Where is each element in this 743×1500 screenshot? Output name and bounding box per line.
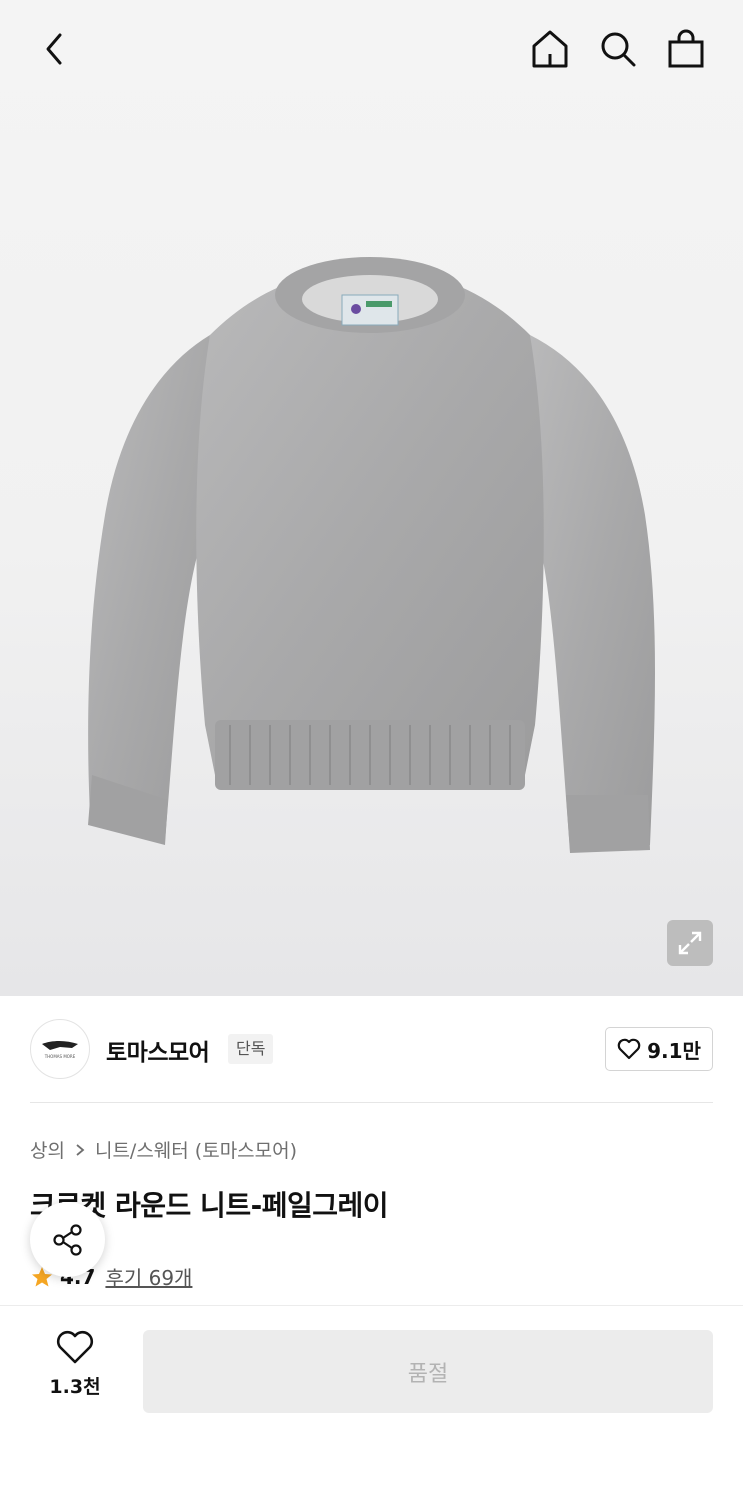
share-button[interactable] bbox=[30, 1202, 105, 1277]
heart-icon bbox=[56, 1330, 94, 1364]
expand-icon bbox=[678, 931, 702, 955]
search-button[interactable] bbox=[594, 25, 642, 73]
section-divider bbox=[30, 1102, 713, 1103]
exclusive-badge: 단독 bbox=[228, 1034, 274, 1064]
bottom-bar-divider bbox=[0, 1305, 743, 1306]
sweater-image bbox=[88, 257, 655, 853]
breadcrumb-subcategory[interactable]: 니트/스웨터 (토마스모어) bbox=[95, 1136, 297, 1163]
product-image-area bbox=[0, 0, 743, 996]
home-button[interactable] bbox=[526, 25, 574, 73]
heart-icon bbox=[617, 1038, 641, 1060]
cart-button[interactable] bbox=[662, 25, 710, 73]
brand-like-count: 9.1만 bbox=[647, 1038, 701, 1063]
breadcrumb: 상의 니트/스웨터 (토마스모어) bbox=[30, 1136, 297, 1163]
brand-logo[interactable]: THOMAS MORE bbox=[30, 1019, 90, 1079]
wishlist-count: 1.3천 bbox=[49, 1376, 101, 1398]
brand-logo-icon: THOMAS MORE bbox=[42, 1041, 78, 1059]
expand-image-button[interactable] bbox=[667, 920, 713, 966]
brand-row: THOMAS MORE 토마스모어 단독 9.1만 bbox=[30, 1019, 713, 1079]
brand-like-button[interactable]: 9.1만 bbox=[605, 1027, 713, 1071]
back-icon bbox=[46, 33, 62, 65]
back-button[interactable] bbox=[30, 25, 78, 73]
brand-name[interactable]: 토마스모어 bbox=[106, 1033, 210, 1067]
search-icon bbox=[601, 32, 636, 67]
soldout-button: 품절 bbox=[143, 1330, 713, 1413]
breadcrumb-category[interactable]: 상의 bbox=[30, 1136, 65, 1163]
wishlist-button[interactable]: 1.3천 bbox=[30, 1330, 120, 1410]
svg-text:THOMAS MORE: THOMAS MORE bbox=[44, 1054, 76, 1059]
home-icon bbox=[532, 30, 568, 68]
review-count-link[interactable]: 후기 69개 bbox=[105, 1262, 192, 1291]
shopping-bag-icon bbox=[668, 29, 704, 68]
chevron-right-icon bbox=[75, 1143, 85, 1157]
share-icon bbox=[52, 1223, 82, 1256]
